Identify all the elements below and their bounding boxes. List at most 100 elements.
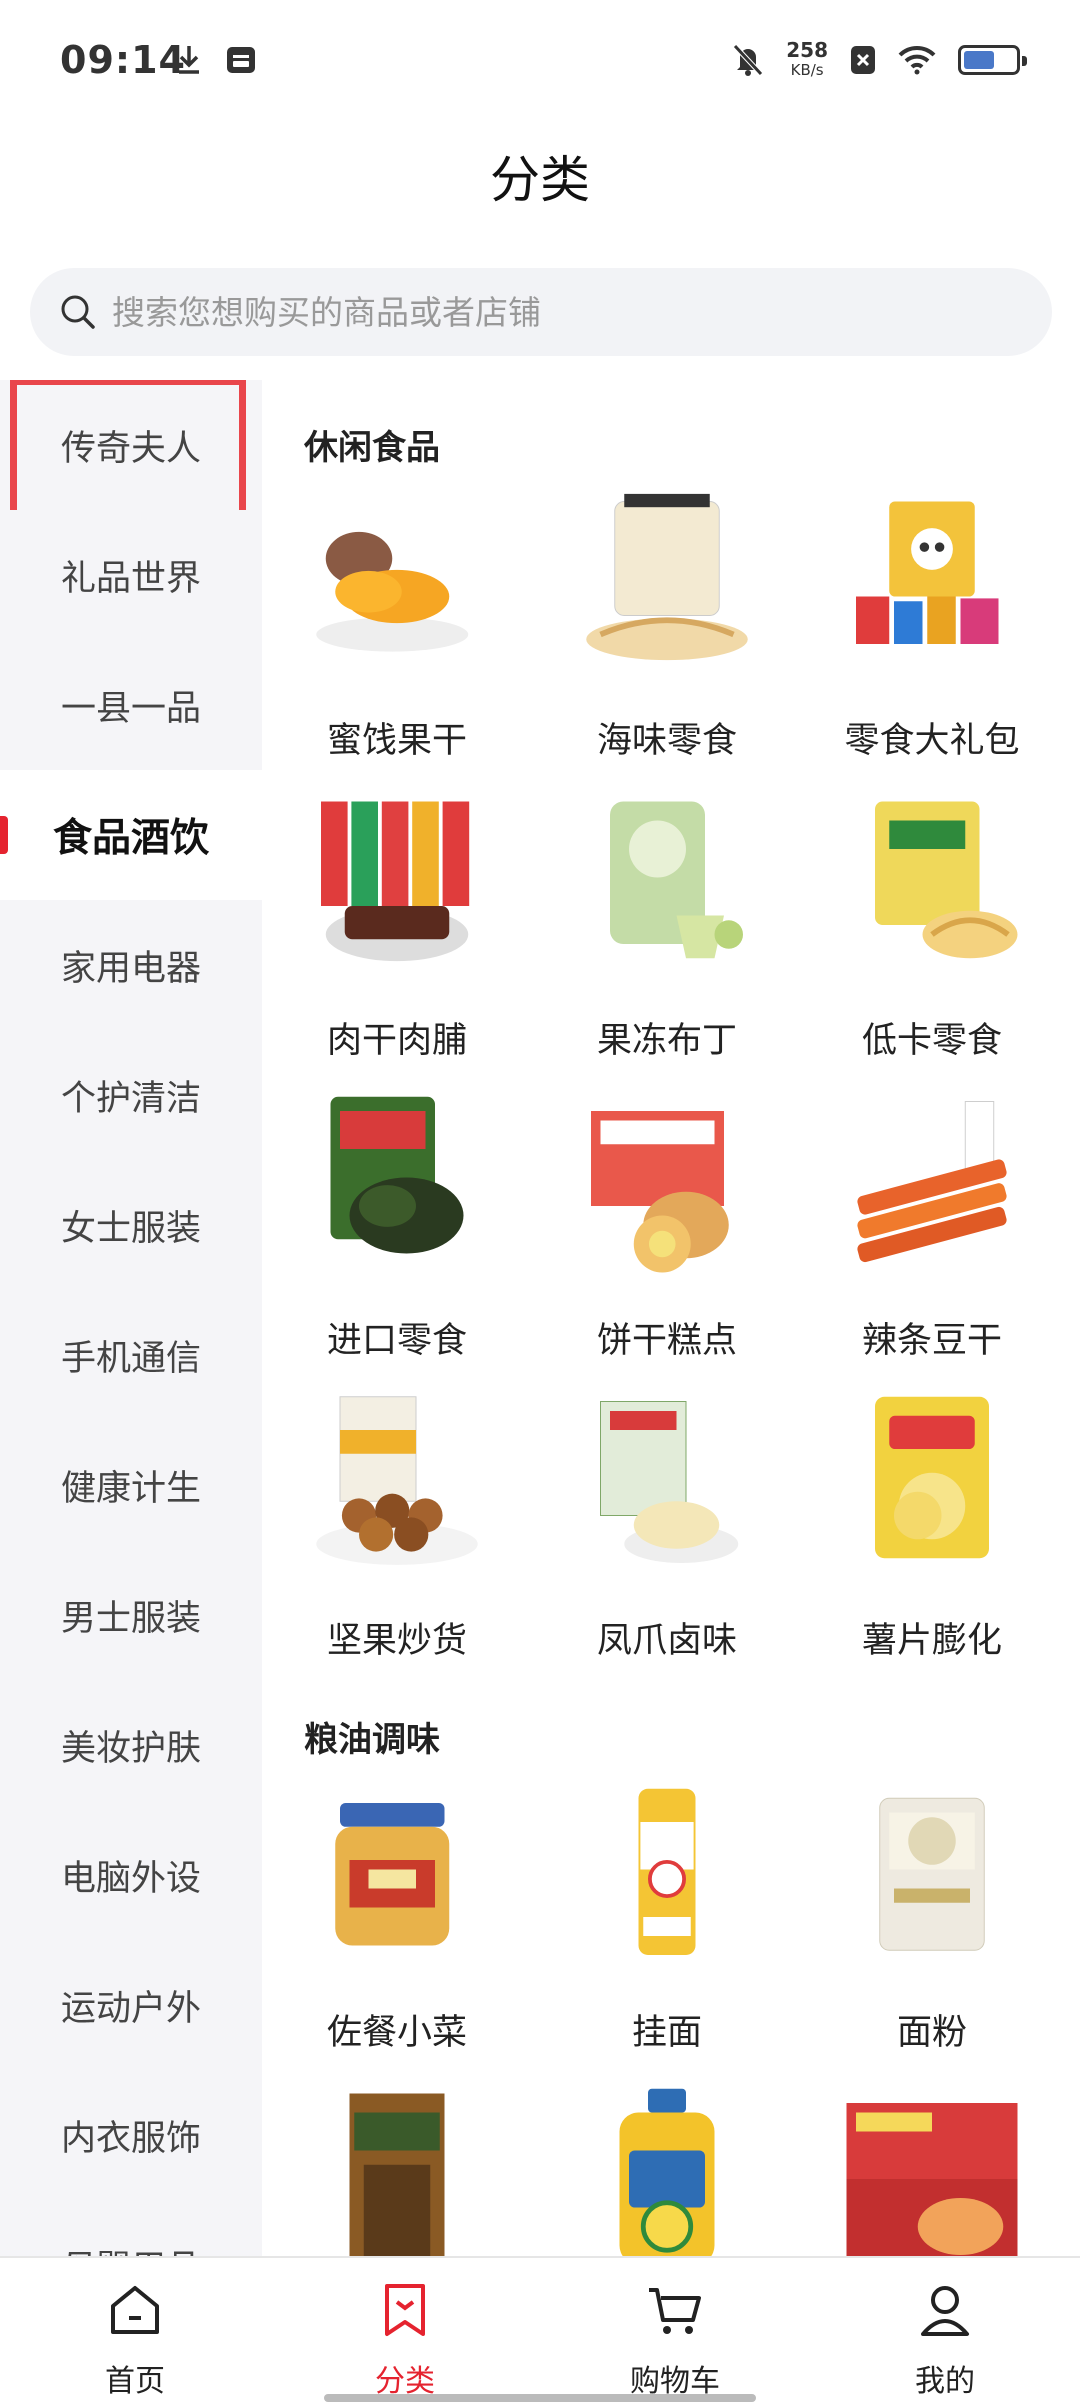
sidebar-item-label: 女士服装 — [60, 1208, 201, 1249]
category-tile-label: 坚果炒货 — [326, 1621, 467, 1661]
sidebar-item-label: 一县一品 — [60, 688, 201, 729]
sidebar-item[interactable]: 手机通信 — [0, 1290, 262, 1420]
section-title: 休闲食品 — [304, 428, 440, 468]
sidebar-item-label: 食品酒饮 — [52, 816, 209, 861]
mute-bell-icon — [733, 44, 764, 76]
sidebar-item-label: 电脑外设 — [60, 1858, 201, 1899]
flour-image — [837, 1784, 1027, 1974]
search-bar[interactable] — [30, 268, 1052, 356]
category-tile[interactable] — [272, 2084, 522, 2256]
category-tile[interactable]: 薯片膨化 — [807, 1392, 1057, 1663]
category-sidebar[interactable]: 传奇夫人礼品世界一县一品食品酒饮家用电器个护清洁女士服装手机通信健康计生男士服装… — [0, 380, 262, 2256]
category-tile[interactable]: 挂面 — [542, 1784, 792, 2055]
sidebar-item[interactable]: 美妆护肤 — [0, 1680, 262, 1810]
sidebar-item-label: 美妆护肤 — [60, 1728, 201, 1769]
cart-icon — [643, 2278, 707, 2346]
category-tile[interactable] — [807, 2084, 1057, 2256]
search-input[interactable] — [112, 292, 1012, 332]
seafood-snack-image — [572, 492, 762, 682]
sidebar-item[interactable]: 母婴用品 — [0, 2200, 262, 2256]
category-tile[interactable]: 辣条豆干 — [807, 1092, 1057, 1363]
network-speed: 258 KB/s — [786, 38, 828, 79]
section-title: 粮油调味 — [304, 1720, 440, 1760]
category-tile-label: 面粉 — [896, 2013, 967, 2053]
category-tile[interactable]: 海味零食 — [542, 492, 792, 763]
sidebar-item[interactable]: 电脑外设 — [0, 1810, 262, 1940]
status-bar: 09:14 258 KB/s — [0, 0, 1080, 130]
chicken-feet-image — [572, 1392, 762, 1582]
sidebar-item-label: 健康计生 — [60, 1468, 201, 1509]
category-tile[interactable]: 低卡零食 — [807, 792, 1057, 1063]
wifi-icon — [898, 45, 936, 75]
sidebar-item[interactable]: 一县一品 — [0, 640, 262, 770]
sidebar-item[interactable]: 内衣服饰 — [0, 2070, 262, 2200]
category-tile[interactable]: 坚果炒货 — [272, 1392, 522, 1663]
sidebar-item-label: 手机通信 — [60, 1338, 201, 1379]
category-tile[interactable]: 佐餐小菜 — [272, 1784, 522, 2055]
low-cal-snack-image — [837, 792, 1027, 982]
biscuit-pastry-image — [572, 1092, 762, 1282]
sidebar-item-label: 传奇夫人 — [60, 428, 201, 469]
sidebar-item[interactable]: 家用电器 — [0, 900, 262, 1030]
category-tile-label: 薯片膨化 — [861, 1621, 1002, 1661]
potato-chips-image — [837, 1392, 1027, 1582]
sidebar-item[interactable]: 传奇夫人 — [0, 380, 262, 528]
category-tile[interactable]: 肉干肉脯 — [272, 792, 522, 1063]
category-tile-label: 辣条豆干 — [861, 1321, 1002, 1361]
star-anise-image — [302, 2084, 492, 2256]
sidebar-item-label: 母婴用品 — [61, 2240, 201, 2257]
nuts-image — [302, 1392, 492, 1582]
nav-item[interactable]: 分类 — [270, 2258, 540, 2408]
dried-mango-image — [302, 492, 492, 682]
category-tile[interactable]: 蜜饯果干 — [272, 492, 522, 763]
category-tile[interactable]: 进口零食 — [272, 1092, 522, 1363]
sidebar-item-label: 运动户外 — [60, 1988, 201, 2029]
category-tile[interactable] — [542, 2084, 792, 2256]
status-time: 09:14 — [60, 38, 186, 82]
close-box-icon — [851, 46, 875, 74]
category-tile-label: 佐餐小菜 — [326, 2013, 467, 2053]
cooking-oil-image — [572, 2084, 762, 2256]
instant-food-box-image — [837, 2084, 1027, 2256]
home-indicator[interactable] — [324, 2394, 756, 2402]
battery-icon — [958, 45, 1027, 75]
category-tile-label: 进口零食 — [326, 1321, 467, 1361]
sidebar-item-label: 礼品世界 — [60, 558, 201, 599]
nav-item[interactable]: 我的 — [810, 2258, 1080, 2408]
category-tile[interactable]: 果冻布丁 — [542, 792, 792, 1063]
sidebar-item[interactable]: 男士服装 — [0, 1550, 262, 1680]
sidebar-item[interactable]: 个护清洁 — [0, 1030, 262, 1160]
nav-item-label: 我的 — [915, 2364, 975, 2399]
notification-icon — [227, 47, 255, 73]
category-tile-label: 低卡零食 — [861, 1021, 1002, 1061]
noodles-image — [572, 1784, 762, 1974]
snack-gift-pack-image — [837, 492, 1027, 682]
category-tile-label: 挂面 — [631, 2013, 702, 2053]
category-tile-label: 海味零食 — [596, 721, 737, 761]
spicy-strip-image — [837, 1092, 1027, 1282]
category-tile[interactable]: 零食大礼包 — [807, 492, 1057, 763]
category-content[interactable]: 休闲食品蜜饯果干 海味零食 零食大礼包肉干肉脯 果冻布丁 低卡零食进口零食 饼干糕点 辣条豆… — [262, 380, 1080, 2256]
home-icon — [103, 2278, 167, 2346]
sidebar-item[interactable]: 健康计生 — [0, 1420, 262, 1550]
nav-item[interactable]: 购物车 — [540, 2258, 810, 2408]
category-tile[interactable]: 饼干糕点 — [542, 1092, 792, 1363]
category-tile-label: 肉干肉脯 — [326, 1021, 467, 1061]
category-tile-label: 蜜饯果干 — [326, 721, 467, 761]
beef-jerky-image — [302, 792, 492, 982]
sidebar-item[interactable]: 食品酒饮 — [0, 770, 262, 900]
sidebar-item-label: 男士服装 — [60, 1598, 201, 1639]
category-tile[interactable]: 面粉 — [807, 1784, 1057, 2055]
nav-item[interactable]: 首页 — [0, 2258, 270, 2408]
search-icon — [61, 295, 95, 329]
sidebar-item-label: 家用电器 — [60, 948, 201, 989]
sidebar-item-label: 内衣服饰 — [60, 2118, 201, 2159]
profile-icon — [913, 2278, 977, 2346]
category-tile-label: 零食大礼包 — [844, 721, 1020, 761]
sidebar-item[interactable]: 运动户外 — [0, 1940, 262, 2070]
category-tile-label: 饼干糕点 — [596, 1321, 737, 1361]
category-tile[interactable]: 凤爪卤味 — [542, 1392, 792, 1663]
sidebar-item[interactable]: 礼品世界 — [0, 510, 262, 640]
sidebar-item[interactable]: 女士服装 — [0, 1160, 262, 1290]
download-icon — [179, 46, 199, 74]
